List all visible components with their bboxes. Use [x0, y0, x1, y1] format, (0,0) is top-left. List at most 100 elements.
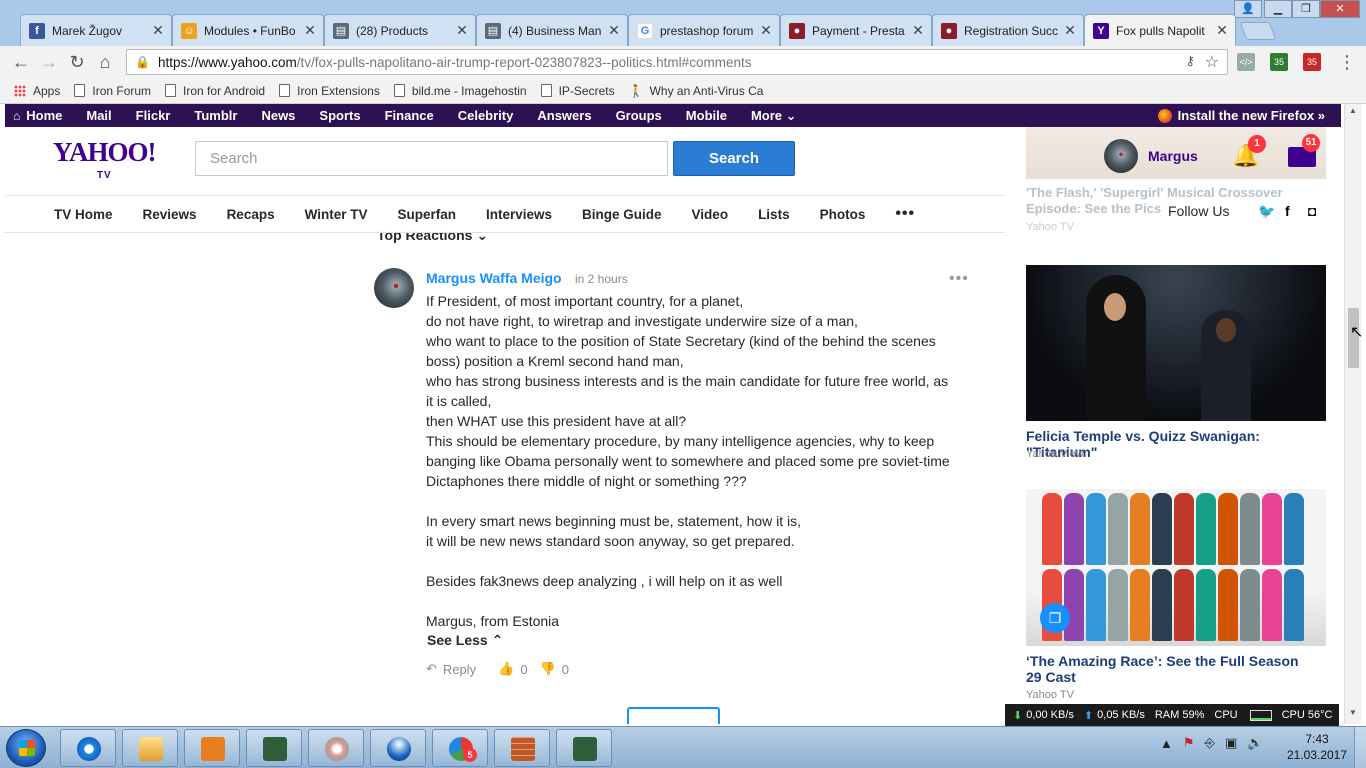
reload-icon[interactable]: ↻ [66, 51, 88, 73]
tab-funbox[interactable]: ☺ Modules • FunBo ✕ [172, 14, 324, 46]
yahoo-tv-logo[interactable]: YAHOO! TV [53, 139, 157, 189]
subnav-winter-tv[interactable]: Winter TV [305, 207, 368, 222]
twitter-icon[interactable]: 🐦 [1258, 203, 1275, 220]
new-tab-button[interactable] [1239, 22, 1277, 40]
tab-facebook[interactable]: f Marek Žugov ✕ [20, 14, 172, 46]
close-icon[interactable]: ✕ [151, 22, 165, 39]
network-icon[interactable]: ▣ [1225, 735, 1237, 751]
taskbar-paint[interactable] [308, 729, 364, 767]
subnav-recaps[interactable]: Recaps [227, 207, 275, 222]
rail-thumbnail-cast[interactable]: ❐ [1026, 489, 1326, 646]
bookmark-item[interactable]: IP-Secrets [540, 84, 615, 98]
code-extension-icon[interactable]: </> [1237, 53, 1255, 71]
tab-business[interactable]: ▤ (4) Business Man ✕ [476, 14, 628, 46]
close-icon[interactable]: ✕ [607, 22, 621, 39]
subnav-video[interactable]: Video [692, 207, 729, 222]
comment-author[interactable]: Margus Waffa Meigo [426, 270, 562, 286]
minimize-icon[interactable]: ▁ [1264, 0, 1292, 18]
subnav-interviews[interactable]: Interviews [486, 207, 552, 222]
user-icon[interactable]: 👤 [1234, 0, 1262, 18]
vertical-scrollbar[interactable]: ▲ ▼ [1344, 104, 1361, 724]
nav-more[interactable]: More ⌄ [739, 108, 809, 124]
nav-tumblr[interactable]: Tumblr [182, 108, 249, 123]
facebook-icon[interactable]: f [1285, 203, 1290, 219]
tab-registration[interactable]: ● Registration Succ ✕ [932, 14, 1084, 46]
gallery-icon[interactable]: ❐ [1040, 603, 1070, 633]
bookmark-item[interactable]: 🚶 Why an Anti-Virus Ca [629, 84, 764, 99]
tab-google[interactable]: G prestashop forum ✕ [628, 14, 780, 46]
account-menu[interactable]: Margus [1104, 139, 1198, 173]
scroll-down-icon[interactable]: ▼ [1345, 708, 1361, 722]
bookmark-item[interactable]: bild.me - Imagehostin [393, 84, 527, 98]
subnav-reviews[interactable]: Reviews [143, 207, 197, 222]
system-clock[interactable]: 7:43 21.03.2017 [1284, 731, 1350, 763]
forward-icon[interactable]: → [38, 51, 60, 73]
show-desktop-button[interactable] [1354, 727, 1366, 768]
tab-yahoo[interactable]: Y Fox pulls Napolit ✕ [1084, 14, 1236, 46]
volume-icon[interactable]: 🔊 [1247, 735, 1263, 751]
bookmark-apps[interactable]: Apps [14, 84, 60, 98]
tab-payment[interactable]: ● Payment - Presta ✕ [780, 14, 932, 46]
subnav-binge-guide[interactable]: Binge Guide [582, 207, 662, 222]
reply-button[interactable]: Reply [443, 662, 476, 677]
flag-icon[interactable]: ⚑ [1183, 735, 1195, 751]
tab-products[interactable]: ▤ (28) Products ✕ [324, 14, 476, 46]
tray-expand-icon[interactable]: ▲ [1160, 736, 1173, 751]
bookmark-item[interactable]: Iron Extensions [279, 84, 380, 98]
see-less-link[interactable]: See Less ⌃ [427, 632, 503, 649]
nav-flickr[interactable]: Flickr [124, 108, 183, 123]
ublock-icon[interactable]: 35 [1303, 53, 1321, 71]
menu-icon[interactable]: ⋮ [1336, 51, 1358, 73]
taskbar-monitor[interactable] [246, 729, 302, 767]
close-window-icon[interactable]: ✕ [1320, 0, 1360, 18]
subnav-tv-home[interactable]: TV Home [54, 207, 113, 222]
taskbar-iron[interactable] [370, 729, 426, 767]
maximize-icon[interactable]: ❐ [1292, 0, 1320, 18]
bookmark-item[interactable]: Iron for Android [165, 84, 265, 98]
taskbar-explorer[interactable] [122, 729, 178, 767]
usb-icon[interactable]: ⎆ [1205, 735, 1215, 751]
start-button[interactable] [6, 729, 46, 767]
close-icon[interactable]: ✕ [1063, 22, 1077, 39]
nav-finance[interactable]: Finance [373, 108, 446, 123]
thumbs-down-icon[interactable]: 👎 [540, 661, 556, 677]
search-button[interactable]: Search [673, 141, 795, 176]
subnav-more[interactable]: ••• [895, 205, 915, 223]
nav-celebrity[interactable]: Celebrity [446, 108, 526, 123]
more-options-icon[interactable]: ••• [949, 270, 969, 288]
reply-icon[interactable]: ↶ [426, 661, 437, 677]
close-icon[interactable]: ✕ [759, 22, 773, 39]
taskbar-media[interactable] [184, 729, 240, 767]
nav-groups[interactable]: Groups [604, 108, 674, 123]
close-icon[interactable]: ✕ [1215, 22, 1229, 39]
nav-answers[interactable]: Answers [525, 108, 603, 123]
firefox-promo[interactable]: Install the new Firefox » [1157, 108, 1325, 123]
taskbar-app-badge[interactable]: 5 [432, 729, 488, 767]
view-more-button[interactable] [627, 707, 720, 724]
subnav-lists[interactable]: Lists [758, 207, 790, 222]
back-icon[interactable]: ← [10, 51, 32, 73]
taskbar-monitor-2[interactable] [556, 729, 612, 767]
close-icon[interactable]: ✕ [455, 22, 469, 39]
home-icon[interactable]: ⌂ [94, 51, 116, 73]
taskbar-firewall[interactable] [494, 729, 550, 767]
search-input[interactable]: Search [195, 141, 668, 176]
scroll-up-icon[interactable]: ▲ [1345, 106, 1361, 120]
nav-mail[interactable]: Mail [74, 108, 123, 123]
thumbs-up-icon[interactable]: 👍 [498, 661, 514, 677]
avatar[interactable] [374, 268, 414, 308]
subnav-photos[interactable]: Photos [820, 207, 866, 222]
bookmark-star-icon[interactable]: ☆ [1205, 52, 1219, 72]
nav-sports[interactable]: Sports [307, 108, 372, 123]
instagram-icon[interactable]: ◘ [1308, 203, 1316, 219]
subnav-superfan[interactable]: Superfan [397, 207, 456, 222]
nav-home[interactable]: ⌂ Home [5, 108, 74, 123]
extension-icon[interactable]: 35 [1270, 53, 1288, 71]
close-icon[interactable]: ✕ [911, 22, 925, 39]
nav-news[interactable]: News [249, 108, 307, 123]
taskbar-ie[interactable] [60, 729, 116, 767]
key-icon[interactable]: ⚷ [1185, 53, 1195, 69]
close-icon[interactable]: ✕ [303, 22, 317, 39]
nav-mobile[interactable]: Mobile [674, 108, 739, 123]
address-bar[interactable]: 🔒 https://www.yahoo.com /tv/fox-pulls-na… [126, 49, 1228, 75]
